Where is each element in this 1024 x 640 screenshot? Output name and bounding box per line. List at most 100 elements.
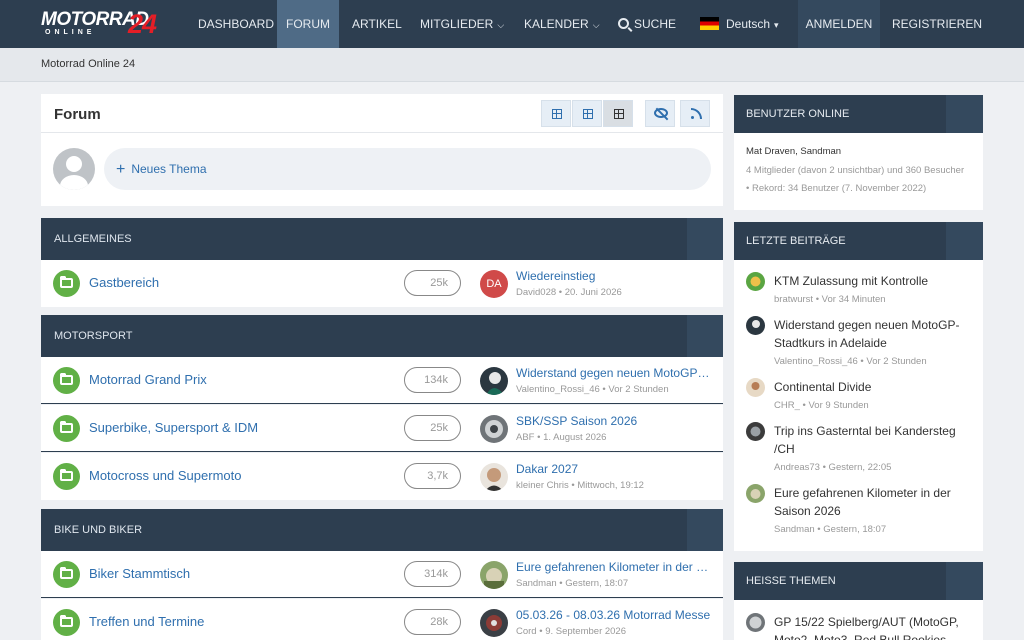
nav-dashboard[interactable]: DASHBOARD: [198, 0, 274, 48]
language-label: Deutsch: [726, 17, 771, 31]
mark-read-button[interactable]: [645, 100, 675, 127]
page-title: Forum: [54, 106, 101, 123]
folder-icon: [53, 609, 80, 636]
last-post-title[interactable]: Wiedereinstieg: [516, 269, 712, 283]
node-title[interactable]: Treffen und Termine: [89, 614, 204, 629]
online-record: • Rekord: 34 Benutzer (7. November 2022): [746, 183, 927, 194]
plus-icon: +: [116, 161, 126, 178]
folder-icon: [53, 463, 80, 490]
search-icon: [618, 18, 629, 29]
recent-post-meta: CHR_ • Vor 9 Stunden: [774, 400, 869, 411]
post-count: 25k: [404, 415, 461, 441]
recent-post-title[interactable]: KTM Zulassung mit Kontrolle: [774, 272, 974, 290]
category-header[interactable]: ALLGEMEINES: [41, 218, 723, 260]
nav-mitglieder-label: MITGLIEDER: [420, 17, 494, 31]
chevron-down-icon: ⌵: [592, 20, 600, 30]
login-button[interactable]: ANMELDEN: [798, 0, 880, 48]
view-list-button[interactable]: [603, 100, 633, 127]
post-count: 25k: [404, 270, 461, 296]
last-post-title[interactable]: SBK/SSP Saison 2026: [516, 414, 712, 428]
node-title[interactable]: Gastbereich: [89, 275, 159, 290]
recent-post-meta: bratwurst • Vor 34 Minuten: [774, 294, 886, 305]
nav-search-label: SUCHE: [634, 17, 677, 31]
breadcrumb-bar: [0, 48, 1024, 82]
grid-icon: [583, 109, 593, 119]
forum-node[interactable]: Gastbereich 25k DA Wiedereinstieg David0…: [41, 260, 723, 307]
nav-artikel-label: ARTIKEL: [352, 17, 402, 31]
recent-post-title[interactable]: Widerstand gegen neuen MotoGP-Stadtkurs …: [774, 316, 974, 352]
forum-node[interactable]: Motocross und Supermoto 3,7k Dakar 2027 …: [41, 453, 723, 500]
last-post-title[interactable]: Eure gefahrenen Kilometer in der Saison …: [516, 560, 712, 574]
nav-dashboard-label: DASHBOARD: [198, 17, 275, 31]
rss-icon: [691, 108, 702, 119]
nav-search[interactable]: SUCHE: [618, 0, 676, 48]
recent-post-meta: Sandman • Gestern, 18:07: [774, 524, 887, 535]
last-post-title[interactable]: Dakar 2027: [516, 462, 712, 476]
post-count: 314k: [404, 561, 461, 587]
avatar[interactable]: DA: [480, 270, 508, 298]
category-header[interactable]: MOTORSPORT: [41, 315, 723, 357]
nav-kalender-label: KALENDER: [524, 17, 589, 31]
register-button[interactable]: REGISTRIEREN: [892, 0, 982, 48]
post-count: 3,7k: [404, 463, 461, 489]
node-title[interactable]: Superbike, Supersport & IDM: [89, 420, 258, 435]
folder-icon: [53, 270, 80, 297]
node-title[interactable]: Motorrad Grand Prix: [89, 372, 207, 387]
forum-node[interactable]: Superbike, Supersport & IDM 25k SBK/SSP …: [41, 405, 723, 452]
last-post-meta: Valentino_Rossi_46 • Vor 2 Stunden: [516, 384, 669, 395]
nav-forum-label: FORUM: [286, 17, 330, 31]
rss-feed-button[interactable]: [680, 100, 710, 127]
avatar[interactable]: [746, 272, 765, 291]
recent-post-title[interactable]: Trip ins Gasterntal bei Kandersteg /CH: [774, 422, 974, 458]
avatar[interactable]: [480, 415, 508, 443]
sidebar-hot-header: HEISSE THEMEN: [734, 562, 983, 600]
view-grid-button[interactable]: [572, 100, 602, 127]
avatar[interactable]: [53, 148, 95, 190]
avatar[interactable]: [746, 613, 765, 632]
forum-node[interactable]: Biker Stammtisch 314k Eure gefahrenen Ki…: [41, 551, 723, 598]
eye-off-icon: [654, 108, 668, 118]
divider: [41, 132, 723, 133]
last-post-title[interactable]: 05.03.26 - 08.03.26 Motorrad Messe: [516, 608, 712, 622]
site-logo[interactable]: MOTORRAD ONLINE 24: [41, 9, 167, 39]
folder-icon: [53, 367, 80, 394]
folder-icon: [53, 415, 80, 442]
nav-artikel[interactable]: ARTIKEL: [352, 0, 402, 48]
avatar[interactable]: [480, 463, 508, 491]
category-header[interactable]: BIKE UND BIKER: [41, 509, 723, 551]
hot-topic-title[interactable]: GP 15/22 Spielberg/AUT (MotoGP, Moto2, M…: [774, 613, 974, 640]
nav-forum[interactable]: FORUM: [277, 0, 339, 48]
node-title[interactable]: Motocross und Supermoto: [89, 468, 241, 483]
avatar[interactable]: [746, 422, 765, 441]
online-summary: 4 Mitglieder (davon 2 unsichtbar) und 36…: [746, 165, 965, 176]
avatar[interactable]: [746, 316, 765, 335]
avatar[interactable]: [480, 367, 508, 395]
language-selector[interactable]: Deutsch ▾: [700, 0, 779, 48]
recent-post-title[interactable]: Continental Divide: [774, 378, 974, 396]
recent-post-title[interactable]: Eure gefahrenen Kilometer in der Saison …: [774, 484, 974, 520]
breadcrumb[interactable]: Motorrad Online 24: [41, 58, 135, 70]
post-count: 134k: [404, 367, 461, 393]
post-count: 28k: [404, 609, 461, 635]
new-thread-button[interactable]: + Neues Thema: [104, 148, 711, 190]
caret-down-icon: ▾: [774, 20, 779, 30]
recent-post-meta: Valentino_Rossi_46 • Vor 2 Stunden: [774, 356, 927, 367]
avatar[interactable]: [746, 378, 765, 397]
sidebar-recent-header: LETZTE BEITRÄGE: [734, 222, 983, 260]
last-post-meta: Cord • 9. September 2026: [516, 626, 627, 637]
nav-mitglieder[interactable]: MITGLIEDER ⌵: [420, 0, 504, 48]
node-title[interactable]: Biker Stammtisch: [89, 566, 190, 581]
online-users[interactable]: Mat Draven, Sandman: [746, 146, 841, 157]
avatar[interactable]: [746, 484, 765, 503]
last-post-title[interactable]: Widerstand gegen neuen MotoGP-Stadtkurs …: [516, 366, 712, 380]
last-post-meta: Sandman • Gestern, 18:07: [516, 578, 629, 589]
nav-kalender[interactable]: KALENDER ⌵: [524, 0, 600, 48]
login-label: ANMELDEN: [805, 17, 873, 31]
view-compact-button[interactable]: [541, 100, 571, 127]
forum-node[interactable]: Motorrad Grand Prix 134k Widerstand gege…: [41, 357, 723, 404]
last-post-meta: kleiner Chris • Mittwoch, 19:12: [516, 480, 644, 491]
avatar[interactable]: [480, 561, 508, 589]
avatar[interactable]: [480, 609, 508, 637]
logo-number: 24: [128, 9, 157, 39]
forum-node[interactable]: Treffen und Termine 28k 05.03.26 - 08.03…: [41, 599, 723, 640]
